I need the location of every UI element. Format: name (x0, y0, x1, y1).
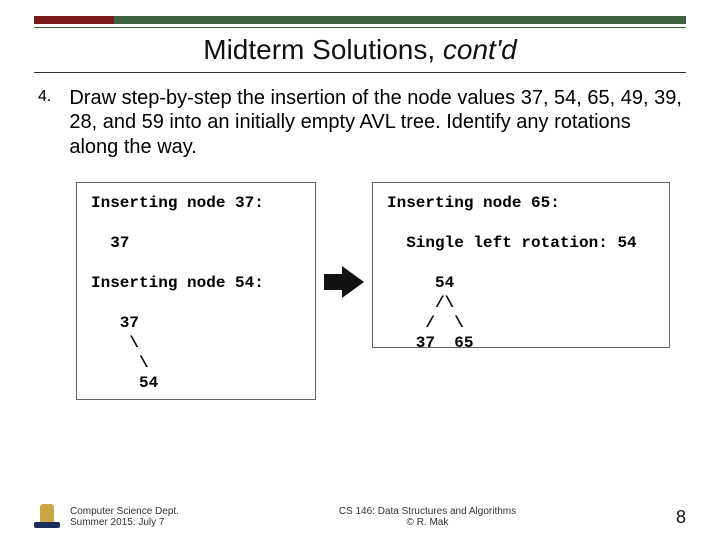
question-number: 4. (38, 86, 51, 159)
code-boxes: Inserting node 37: 37 Inserting node 54:… (76, 182, 690, 400)
question-text: Draw step-by-step the insertion of the n… (69, 86, 682, 159)
page-number: 8 (676, 507, 686, 528)
page-title: Midterm Solutions, cont'd (0, 34, 720, 66)
question-row: 4. Draw step-by-step the insertion of th… (38, 86, 682, 159)
code-box-1: Inserting node 37: 37 Inserting node 54:… (76, 182, 316, 400)
footer-left-text: Computer Science Dept. Summer 2015: July… (70, 506, 179, 528)
footer-dept: Computer Science Dept. (70, 506, 179, 517)
footer-left: Computer Science Dept. Summer 2015: July… (34, 502, 179, 528)
footer-date: Summer 2015: July 7 (70, 517, 179, 528)
footer-course: CS 146: Data Structures and Algorithms (179, 506, 676, 517)
arrow-icon (324, 264, 364, 300)
title-italic: cont'd (443, 34, 517, 65)
title-main: Midterm Solutions, (203, 34, 443, 65)
title-underline (34, 72, 686, 73)
code-box-2: Inserting node 65: Single left rotation:… (372, 182, 670, 348)
body-content: 4. Draw step-by-step the insertion of th… (38, 86, 682, 159)
university-logo-icon (34, 502, 60, 528)
footer-center: CS 146: Data Structures and Algorithms ©… (179, 506, 676, 528)
footer: Computer Science Dept. Summer 2015: July… (34, 502, 686, 528)
header-stripe (34, 16, 686, 24)
footer-copyright: © R. Mak (179, 517, 676, 528)
